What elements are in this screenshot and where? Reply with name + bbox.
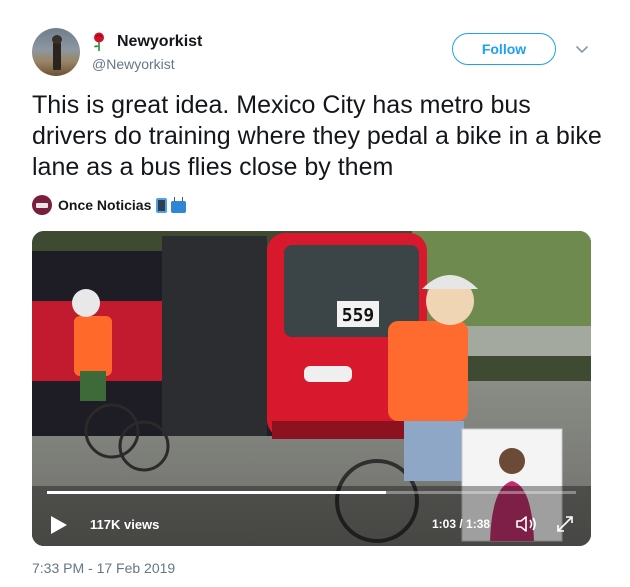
television-icon — [171, 200, 187, 213]
volume-muted-icon[interactable] — [515, 514, 537, 534]
tweet-text: This is great idea. Mexico City has metr… — [32, 91, 602, 181]
avatar-figure-head — [52, 35, 62, 44]
follow-button[interactable]: Follow — [452, 33, 556, 65]
avatar[interactable] — [32, 28, 80, 76]
fullscreen-icon[interactable] — [555, 514, 575, 534]
mobile-phone-icon — [156, 197, 168, 213]
source-logo — [32, 195, 52, 215]
video-player[interactable]: 559 117K views 1:03 / 1:38 — [32, 231, 591, 546]
video-progress-bar[interactable] — [47, 491, 576, 494]
bus-number: 559 — [342, 305, 375, 326]
video-source[interactable]: Once Noticias — [32, 195, 187, 215]
rose-icon — [94, 32, 104, 51]
chevron-down-icon[interactable] — [575, 42, 589, 56]
play-icon[interactable] — [49, 514, 69, 536]
video-time: 1:03 / 1:38 — [432, 517, 491, 531]
video-frame: 559 — [32, 231, 591, 546]
video-progress-fill — [47, 491, 386, 494]
video-view-count: 117K views — [90, 517, 160, 532]
author-display-name[interactable]: Newyorkist — [117, 33, 202, 51]
avatar-figure — [53, 40, 61, 70]
tweet-card: Newyorkist @Newyorkist Follow This is gr… — [0, 0, 630, 587]
author-handle[interactable]: @Newyorkist — [92, 56, 175, 72]
source-name[interactable]: Once Noticias — [58, 197, 151, 213]
tweet-timestamp[interactable]: 7:33 PM - 17 Feb 2019 — [32, 560, 175, 576]
